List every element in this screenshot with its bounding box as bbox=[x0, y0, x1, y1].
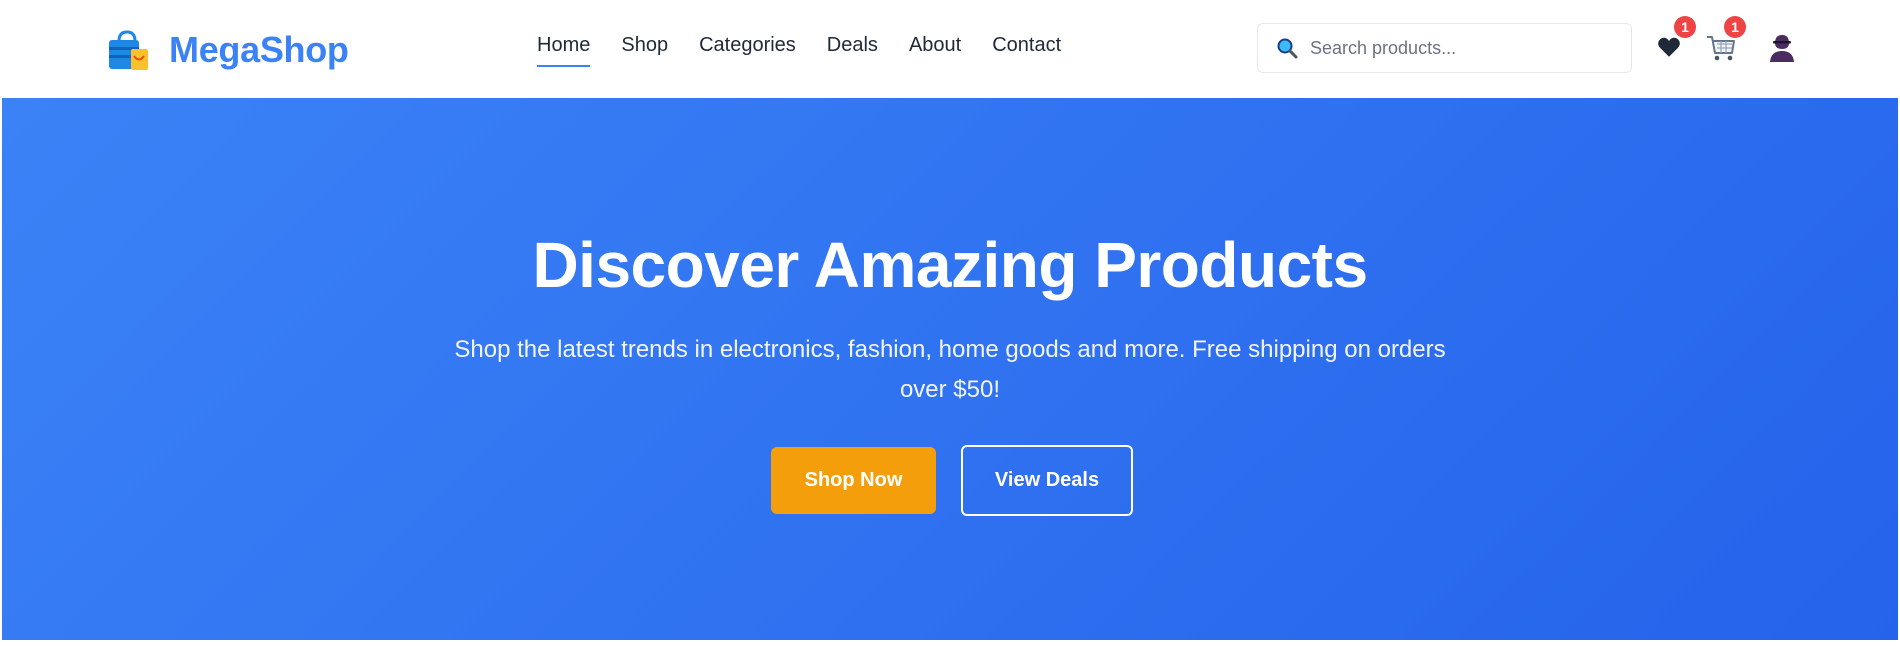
shop-now-button[interactable]: Shop Now bbox=[771, 447, 936, 514]
search-input[interactable] bbox=[1310, 37, 1610, 59]
account-button[interactable] bbox=[1769, 34, 1795, 62]
main-nav: Home Shop Categories Deals About Contact bbox=[537, 34, 1092, 67]
hero-subtitle: Shop the latest trends in electronics, f… bbox=[454, 336, 1446, 403]
view-deals-button[interactable]: View Deals bbox=[961, 445, 1133, 516]
cart-button[interactable]: 1 bbox=[1706, 16, 1746, 61]
hero-title: Discover Amazing Products bbox=[532, 229, 1368, 301]
search-icon bbox=[1276, 37, 1298, 59]
hero-banner: Discover Amazing Products Shop the lates… bbox=[2, 98, 1898, 640]
nav-about[interactable]: About bbox=[909, 34, 961, 67]
cart-icon bbox=[1706, 36, 1736, 66]
heart-icon bbox=[1656, 37, 1682, 64]
brand-name: MegaShop bbox=[169, 29, 349, 70]
nav-home[interactable]: Home bbox=[537, 34, 591, 67]
nav-categories[interactable]: Categories bbox=[699, 34, 796, 67]
site-header: MegaShop Home Shop Categories Deals Abou… bbox=[0, 0, 1900, 98]
nav-contact[interactable]: Contact bbox=[992, 34, 1061, 67]
hero-actions: Shop Now View Deals bbox=[771, 445, 1133, 516]
wishlist-button[interactable]: 1 bbox=[1656, 16, 1696, 60]
cart-count-badge: 1 bbox=[1724, 16, 1746, 38]
logo[interactable]: MegaShop bbox=[107, 29, 349, 71]
search-box bbox=[1257, 23, 1632, 73]
wishlist-count-badge: 1 bbox=[1674, 16, 1696, 38]
nav-shop[interactable]: Shop bbox=[621, 34, 668, 67]
user-icon bbox=[1769, 35, 1795, 66]
shopping-bag-icon bbox=[107, 29, 149, 71]
nav-deals[interactable]: Deals bbox=[827, 34, 878, 67]
